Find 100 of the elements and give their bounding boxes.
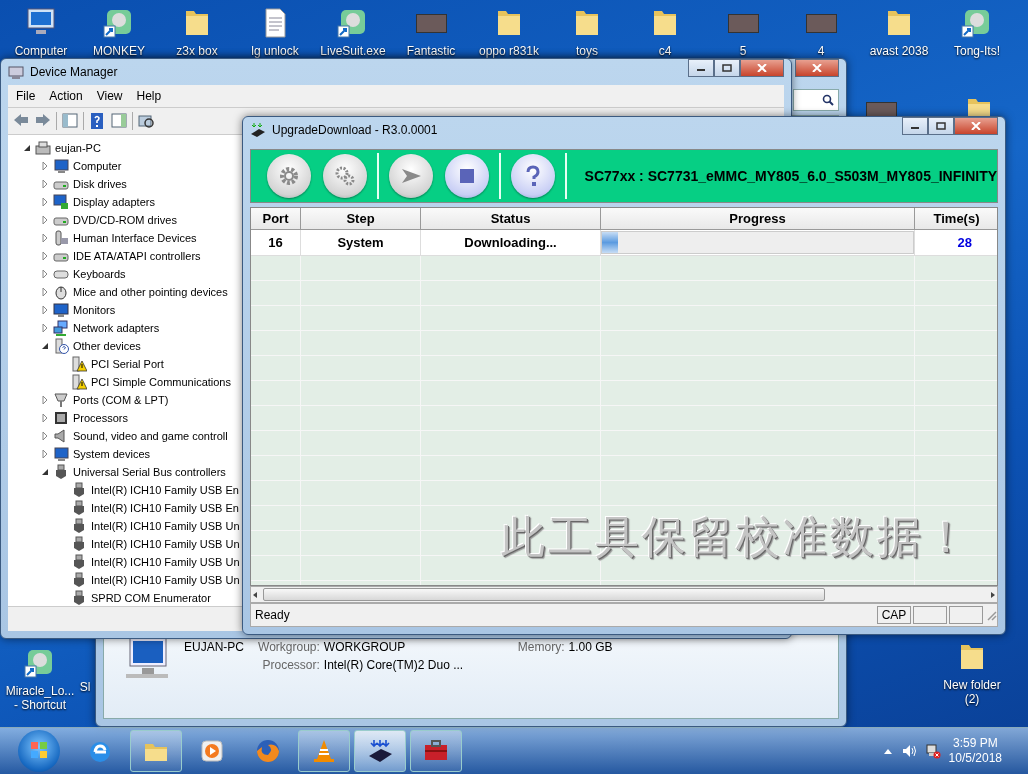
expand-arrow-icon[interactable] <box>40 305 50 315</box>
icon-label[interactable]: Tong-Its! <box>954 44 1000 58</box>
taskbar-button[interactable] <box>354 730 406 772</box>
expand-arrow-icon[interactable] <box>40 161 50 171</box>
close-button[interactable] <box>954 117 998 135</box>
horizontal-scrollbar[interactable] <box>250 586 998 603</box>
tree-item[interactable]: Intel(R) ICH10 Family USB Un <box>90 556 241 568</box>
icon-label[interactable]: z3x box <box>176 44 218 58</box>
icon-label[interactable]: Fantastic <box>406 44 456 58</box>
tree-item[interactable]: Mice and other pointing devices <box>72 286 229 298</box>
collapse-arrow-icon[interactable] <box>22 143 32 153</box>
warning-icon <box>71 374 87 390</box>
tree-item[interactable]: Universal Serial Bus controllers <box>72 466 227 478</box>
expand-arrow-icon[interactable] <box>40 251 50 261</box>
tree-item[interactable]: Intel(R) ICH10 Family USB Un <box>90 538 241 550</box>
tree-item[interactable]: PCI Serial Port <box>90 358 165 370</box>
tree-item[interactable]: Sound, video and game controll <box>72 430 229 442</box>
close-button[interactable] <box>795 59 839 77</box>
icon-label[interactable]: Computer <box>14 44 68 58</box>
panel-icon[interactable] <box>61 112 79 130</box>
close-button[interactable] <box>740 59 784 77</box>
icon-label[interactable]: c4 <box>658 44 672 58</box>
icon-label[interactable]: toys <box>576 44 598 58</box>
icon-label[interactable]: LiveSuit.exe <box>320 44 386 58</box>
usb-plug-icon <box>71 500 87 516</box>
tree-item[interactable]: Intel(R) ICH10 Family USB Un <box>90 520 241 532</box>
table-cell: System <box>301 230 421 256</box>
product-label: SC77xx : SC7731_eMMC_MY805_6.0_S503M_MY805_INFINITY <box>584 168 998 184</box>
help-icon[interactable] <box>88 112 106 130</box>
speaker-icon[interactable] <box>900 743 917 759</box>
tree-item[interactable]: SPRD COM Enumerator <box>90 592 212 604</box>
column-header[interactable]: Port <box>251 208 301 230</box>
icon-label[interactable]: Miracle_Lo... - Shortcut <box>5 684 75 712</box>
tree-item[interactable]: eujan-PC <box>54 142 102 154</box>
field-value: Intel(R) Core(TM)2 Duo ... <box>323 658 465 672</box>
column-header[interactable]: Progress <box>601 208 915 230</box>
icon-label[interactable]: 4 <box>817 44 825 58</box>
menu-item[interactable]: Help <box>130 87 168 105</box>
usb-plug-icon <box>71 482 87 498</box>
table-cell: 16 <box>251 230 301 256</box>
column-header[interactable]: Time(s) <box>915 208 997 230</box>
tree-item[interactable]: PCI Simple Communications <box>90 376 232 388</box>
expand-arrow-icon[interactable] <box>40 179 50 189</box>
menu-item[interactable]: Action <box>43 87 89 105</box>
icon-label[interactable]: 5 <box>739 44 747 58</box>
show-hidden-icons-icon[interactable] <box>882 747 893 755</box>
toolbar-button[interactable] <box>444 154 489 198</box>
tree-item[interactable]: Keyboards <box>72 268 127 280</box>
scroll-thumb[interactable] <box>263 588 825 601</box>
tree-item[interactable]: Intel(R) ICH10 Family USB En <box>90 484 240 496</box>
menu-item[interactable]: File <box>10 87 42 105</box>
expand-arrow-icon[interactable] <box>40 215 50 225</box>
icon-label[interactable]: avast 2038 <box>869 44 929 58</box>
tree-item[interactable]: DVD/CD-ROM drives <box>72 214 178 226</box>
collapse-arrow-icon[interactable] <box>40 341 50 351</box>
tree-item[interactable]: System devices <box>72 448 152 460</box>
icon-label[interactable]: New folder (2) <box>943 678 1001 706</box>
tree-item[interactable]: Monitors <box>72 304 117 316</box>
expand-arrow-icon[interactable] <box>40 431 50 441</box>
tree-item[interactable]: Processors <box>72 412 130 424</box>
menu-item[interactable]: View <box>90 87 129 105</box>
tree-item[interactable]: Display adapters <box>72 196 156 208</box>
maximize-button[interactable] <box>928 117 954 135</box>
port-icon <box>53 392 69 408</box>
play-button-icon <box>198 737 226 765</box>
expand-arrow-icon[interactable] <box>40 395 50 405</box>
tree-item[interactable]: Computer <box>72 160 123 172</box>
icon-label[interactable]: MONKEY <box>93 44 145 58</box>
search-field[interactable] <box>793 89 839 111</box>
computer-icon <box>53 446 69 462</box>
tree-item[interactable]: Disk drives <box>72 178 128 190</box>
tree-item[interactable]: Other devices <box>72 340 142 352</box>
column-header[interactable]: Status <box>421 208 601 230</box>
minimize-button[interactable] <box>902 117 928 135</box>
maximize-button[interactable] <box>714 59 740 77</box>
close-icon <box>971 122 981 130</box>
expand-arrow-icon[interactable] <box>40 323 50 333</box>
start-button[interactable] <box>18 730 60 772</box>
tree-item[interactable]: Ports (COM & LPT) <box>72 394 170 406</box>
icon-label[interactable]: oppo r831k <box>478 44 539 58</box>
tree-item[interactable]: Human Interface Devices <box>72 232 198 244</box>
toolbar-button[interactable] <box>510 154 555 198</box>
tree-item[interactable]: Intel(R) ICH10 Family USB En <box>90 502 240 514</box>
collapse-arrow-icon[interactable] <box>40 467 50 477</box>
expand-arrow-icon[interactable] <box>40 269 50 279</box>
column-header[interactable]: Step <box>301 208 421 230</box>
scan-icon[interactable] <box>137 112 155 130</box>
expand-arrow-icon[interactable] <box>40 287 50 297</box>
tree-item[interactable]: Network adapters <box>72 322 161 334</box>
clock-date[interactable]: 10/5/2018 <box>948 751 1002 766</box>
minimize-button[interactable] <box>688 59 714 77</box>
icon-label[interactable]: Sl <box>79 680 91 694</box>
network-error-icon[interactable] <box>924 743 941 759</box>
tree-item[interactable]: IDE ATA/ATAPI controllers <box>72 250 202 262</box>
icon-label[interactable]: lg unlock <box>251 44 299 58</box>
expand-arrow-icon[interactable] <box>40 197 50 207</box>
expand-arrow-icon[interactable] <box>40 233 50 243</box>
expand-arrow-icon[interactable] <box>40 413 50 423</box>
expand-arrow-icon[interactable] <box>40 449 50 459</box>
tree-item[interactable]: Intel(R) ICH10 Family USB Un <box>90 574 241 586</box>
